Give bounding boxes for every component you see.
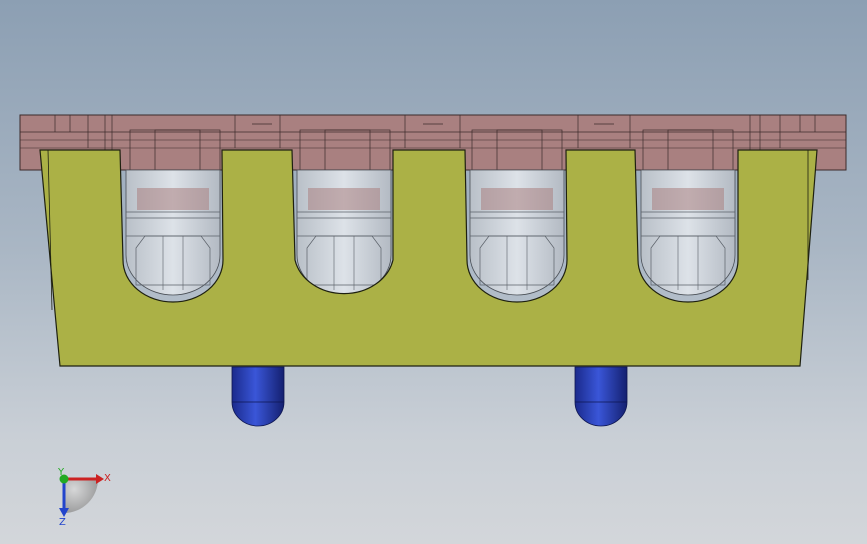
triad-x-label: X <box>104 473 111 484</box>
hex-nut[interactable] <box>469 169 565 296</box>
hex-nut[interactable] <box>640 169 736 296</box>
locating-pin[interactable] <box>574 366 628 427</box>
hex-nut[interactable] <box>125 169 221 296</box>
coordinate-triad: X Y Z <box>57 467 111 528</box>
hex-nut[interactable] <box>296 169 392 296</box>
triad-y-label: Y <box>57 467 65 478</box>
triad-z-label: Z <box>59 517 66 528</box>
cad-model-scene[interactable]: X Y Z <box>0 0 867 544</box>
graphics-viewport[interactable]: X Y Z <box>0 0 867 544</box>
locating-pin[interactable] <box>231 366 285 427</box>
